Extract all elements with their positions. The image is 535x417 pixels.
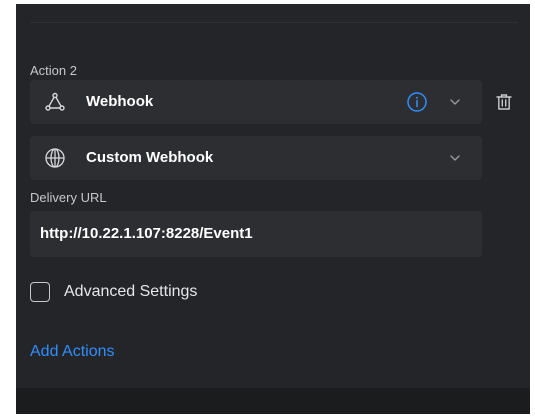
advanced-settings-checkbox[interactable] (30, 282, 50, 302)
delivery-url-input[interactable]: http://10.22.1.107:8228/Event1 (30, 211, 482, 257)
section-divider (30, 22, 518, 23)
action-type-value: Webhook (86, 93, 154, 110)
webhook-select[interactable]: Custom Webhook (30, 136, 482, 180)
webhook-value: Custom Webhook (86, 149, 214, 166)
trash-icon[interactable] (494, 92, 514, 112)
globe-icon (44, 147, 66, 169)
delivery-url-label: Delivery URL (30, 190, 107, 205)
add-actions-link[interactable]: Add Actions (30, 343, 115, 361)
panel-footer (16, 388, 530, 414)
advanced-settings-label[interactable]: Advanced Settings (64, 283, 197, 301)
action-label: Action 2 (30, 63, 77, 78)
chevron-down-icon[interactable] (448, 151, 462, 165)
info-icon[interactable] (406, 91, 428, 113)
action-type-select[interactable]: Webhook (30, 80, 482, 124)
webhook-icon (44, 91, 66, 113)
chevron-down-icon[interactable] (448, 95, 462, 109)
